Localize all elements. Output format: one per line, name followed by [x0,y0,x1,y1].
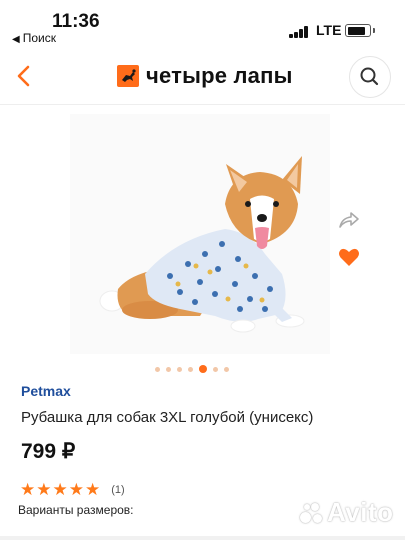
chevron-left-icon [17,65,30,87]
gallery-dot[interactable] [188,366,193,372]
network-type: LTE [316,22,342,38]
gallery-dot-active[interactable] [199,365,207,373]
product-price: 799 ₽ [21,440,76,463]
battery-icon [345,24,375,37]
cellular-signal-icon [289,26,311,38]
product-photo [70,114,330,354]
paw-logo-icon [117,65,139,87]
back-triangle-icon: ◀ [12,34,20,45]
star-icon: ★ [85,480,101,499]
heart-icon [339,248,359,266]
bottom-divider [0,536,405,540]
share-icon [339,212,359,228]
favorite-button[interactable] [337,245,361,269]
back-to-app-link[interactable]: ◀ Поиск [12,31,56,45]
gallery-pagination[interactable] [155,365,229,373]
brand-logo[interactable]: четыре лапы [117,61,293,91]
back-button[interactable] [12,62,38,90]
search-button[interactable] [349,56,391,98]
gallery-dot[interactable] [155,366,160,372]
gallery-dot[interactable] [166,366,171,372]
reviews-count[interactable]: (1) [111,484,124,496]
status-time: 11:36 [52,11,100,32]
star-icon: ★ [52,480,68,499]
search-icon [360,67,379,86]
gallery-dot[interactable] [177,366,182,372]
status-bar: 11:36 ◀ Поиск LTE [0,0,405,48]
size-variants-label: Варианты размеров: [18,503,134,517]
gallery-dot[interactable] [213,366,218,372]
star-icon: ★ [68,480,84,499]
avito-logo-icon [298,500,324,526]
share-button[interactable] [337,208,361,232]
back-app-label: Поиск [22,31,56,45]
star-icon: ★ [20,480,36,499]
watermark-text: Avito [327,497,394,527]
product-rating[interactable]: ★★★★★ (1) [20,480,125,500]
avito-watermark: Avito [298,497,394,528]
brand-name: четыре лапы [146,63,293,88]
product-brand-link[interactable]: Petmax [21,383,71,399]
rating-stars: ★★★★★ [20,480,101,500]
product-title: Рубашка для собак 3XL голубой (унисекс) [21,409,314,426]
star-icon: ★ [36,480,52,499]
gallery-dot[interactable] [224,366,229,372]
app-header: четыре лапы [0,48,405,105]
product-image-gallery[interactable] [0,104,405,380]
